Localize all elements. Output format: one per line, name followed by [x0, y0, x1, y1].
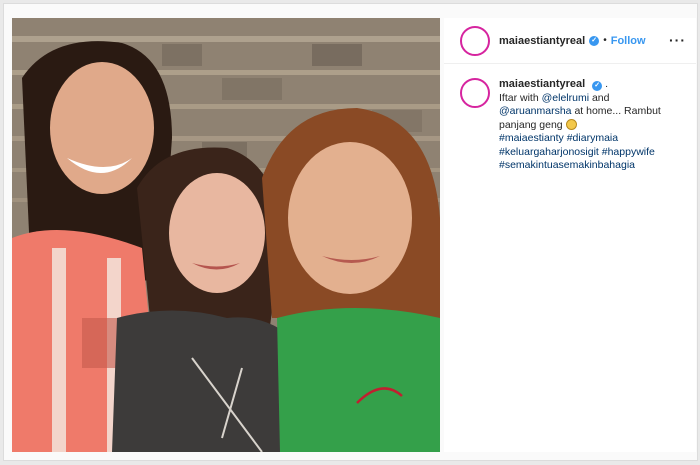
caption-avatar[interactable] — [460, 78, 490, 108]
avatar[interactable] — [460, 25, 490, 56]
hashtag-link[interactable]: #semakintuasemakinbahagia — [499, 159, 635, 171]
post-header: maiaestiantyreal ✓ • Follow ··· — [444, 18, 696, 64]
grinning-sweat-emoji-icon — [565, 118, 577, 130]
post-frame: maiaestiantyreal ✓ • Follow ··· maiaesti… — [3, 3, 698, 461]
hashtag-link[interactable]: #diarymaia — [567, 132, 618, 144]
separator-dot: • — [603, 35, 607, 46]
hashtag-link[interactable]: #keluargaharjonosigit — [499, 146, 599, 158]
caption-text-2: and — [589, 91, 610, 104]
post-photo-image — [12, 18, 440, 452]
post-photo[interactable] — [12, 18, 440, 452]
more-options-icon[interactable]: ··· — [669, 32, 686, 48]
verified-badge-icon: ✓ — [592, 81, 603, 91]
caption-username-link[interactable]: maiaestiantyreal — [499, 78, 585, 90]
caption-text-1: Iftar with — [499, 91, 542, 104]
post-sidebar: maiaestiantyreal ✓ • Follow ··· maiaesti… — [444, 18, 696, 452]
follow-button[interactable]: Follow — [611, 35, 646, 47]
verified-badge-icon: ✓ — [589, 35, 600, 46]
mention-aruanmarsha[interactable]: @aruanmarsha — [499, 105, 572, 117]
caption: maiaestiantyreal ✓ . Iftar with @elelrum… — [444, 64, 696, 173]
mention-elelrumi[interactable]: @elelrumi — [542, 92, 589, 104]
hashtag-link[interactable]: #happywife — [602, 146, 655, 158]
caption-dot: . — [605, 78, 608, 90]
hashtag-link[interactable]: #maiaestianty — [499, 132, 564, 144]
username-link[interactable]: maiaestiantyreal — [499, 35, 585, 47]
caption-body: maiaestiantyreal ✓ . Iftar with @elelrum… — [499, 78, 679, 173]
